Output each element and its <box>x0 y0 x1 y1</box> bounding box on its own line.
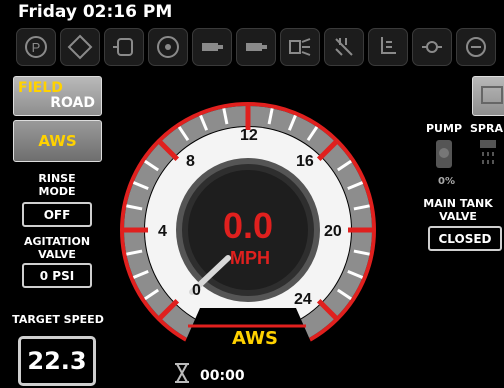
main-tank-valve-label: MAIN TANK VALVE <box>416 197 500 223</box>
right-mode-button[interactable] <box>472 76 504 116</box>
tick-label-12: 12 <box>240 127 258 144</box>
tick-label-20: 20 <box>324 223 342 240</box>
cylinder-icon-2[interactable] <box>236 28 276 66</box>
tick-label-0: 0 <box>192 282 201 299</box>
fan-icon[interactable] <box>148 28 188 66</box>
timer-display: 00:00 <box>200 368 245 384</box>
boom-icon[interactable] <box>368 28 408 66</box>
svg-text:P: P <box>32 40 41 55</box>
pump-icon-status <box>434 138 454 172</box>
hourglass-icon <box>170 362 194 384</box>
target-speed-value[interactable]: 22.3 <box>18 336 96 386</box>
road-label: ROAD <box>50 95 95 111</box>
speed-unit: MPH <box>230 248 270 268</box>
tank-icon[interactable] <box>104 28 144 66</box>
aws-button[interactable]: AWS <box>13 120 102 162</box>
agitation-valve-label-line2: VALVE <box>38 248 76 261</box>
rinse-mode-label: RINSE MODE <box>18 172 96 198</box>
agitation-valve-label-line1: AGITATION <box>23 235 91 248</box>
cylinder-icon[interactable] <box>192 28 232 66</box>
field-road-toggle-button[interactable]: FIELD ROAD <box>13 76 102 116</box>
field-label: FIELD <box>18 80 63 96</box>
pump-label: PUMP <box>426 122 463 135</box>
rinse-mode-label-line2: MODE <box>38 185 76 198</box>
spray-icon-status <box>478 138 498 168</box>
tick-label-4: 4 <box>158 223 167 240</box>
spray-off-icon[interactable] <box>324 28 364 66</box>
parking-brake-icon[interactable]: P <box>16 28 56 66</box>
target-speed-label: TARGET SPEED <box>12 313 104 326</box>
icon-toolbar: P <box>8 22 504 70</box>
agitation-valve-label: AGITATION VALVE <box>18 235 96 261</box>
tick-label-16: 16 <box>296 153 314 170</box>
tick-label-8: 8 <box>186 153 195 170</box>
main-tank-valve-label-line1: MAIN TANK <box>423 197 493 210</box>
speed-readout: 0.0 <box>223 205 273 246</box>
speedometer-gauge: 0 4 8 12 16 20 24 0.0 MPH <box>120 102 376 358</box>
gauge-mode-label: AWS <box>232 328 278 349</box>
nozzle-icon[interactable] <box>280 28 320 66</box>
date-time-display: Friday 02:16 PM <box>18 2 173 22</box>
rinse-mode-label-line1: RINSE <box>38 172 76 185</box>
pump-icon[interactable] <box>456 28 496 66</box>
steer-mode-icon[interactable] <box>60 28 100 66</box>
rinse-mode-value[interactable]: OFF <box>22 202 92 227</box>
valve-icon[interactable] <box>412 28 452 66</box>
tick-label-24: 24 <box>294 291 312 308</box>
agitation-valve-value[interactable]: 0 PSI <box>22 263 92 288</box>
main-tank-valve-label-line2: VALVE <box>439 210 477 223</box>
spray-label: SPRA <box>470 122 503 135</box>
main-tank-valve-value[interactable]: CLOSED <box>428 226 502 251</box>
pump-percent: 0% <box>438 176 455 187</box>
